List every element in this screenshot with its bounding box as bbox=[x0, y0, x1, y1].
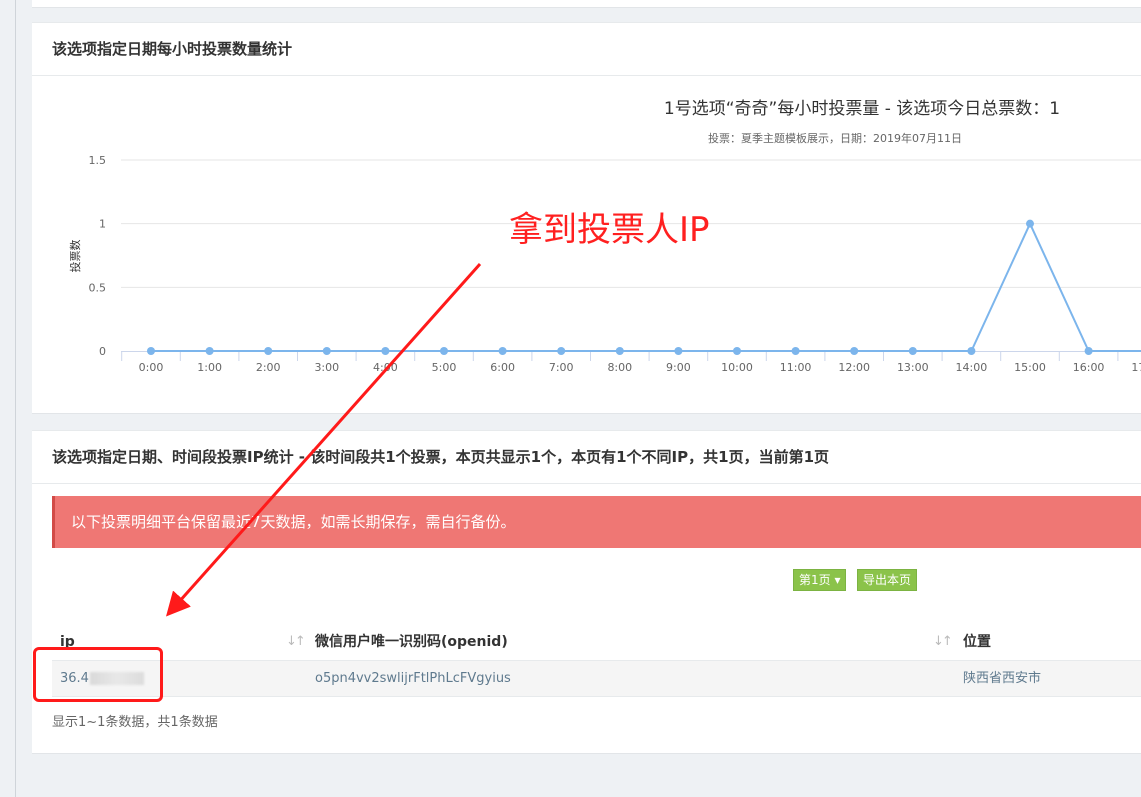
y-tick-label: 1.5 bbox=[89, 154, 107, 167]
table-header: ip ↓↑ 微信用户唯一识别码(openid) ↓↑ 位置 bbox=[52, 624, 1141, 661]
data-point bbox=[908, 347, 917, 355]
data-point bbox=[733, 347, 741, 355]
location-cell: 陕西省西安市 bbox=[963, 671, 1042, 686]
x-tick-label: 0:00 bbox=[139, 361, 164, 374]
x-tick-label: 2:00 bbox=[256, 361, 281, 374]
table-panel-title: 该选项指定日期、时间段投票IP统计 - 该时间段共1个投票，本页共显示1个，本页… bbox=[32, 431, 1141, 484]
x-tick-label: 15:00 bbox=[1014, 361, 1046, 374]
x-tick-label: 14:00 bbox=[956, 361, 988, 374]
x-tick-label: 9:00 bbox=[666, 361, 691, 374]
x-tick-label: 17:00 bbox=[1131, 361, 1141, 374]
table-summary: 显示1~1条数据，共1条数据 bbox=[52, 715, 218, 730]
ip-stats-panel: 该选项指定日期、时间段投票IP统计 - 该时间段共1个投票，本页共显示1个，本页… bbox=[32, 430, 1141, 754]
retention-alert: 以下投票明细平台保留最近7天数据，如需长期保存，需自行备份。 bbox=[52, 496, 1141, 548]
table-row: 36.4 o5pn4vv2swlijrFtlPhLcFVgyius 陕西省西安市 bbox=[52, 661, 1141, 697]
column-header-openid[interactable]: 微信用户唯一识别码(openid) bbox=[315, 624, 508, 660]
openid-cell: o5pn4vv2swlijrFtlPhLcFVgyius bbox=[315, 671, 511, 686]
x-tick-label: 11:00 bbox=[780, 361, 812, 374]
data-point bbox=[498, 347, 507, 355]
data-point bbox=[850, 347, 859, 355]
x-tick-label: 1:00 bbox=[197, 361, 222, 374]
x-tick-label: 12:00 bbox=[838, 361, 870, 374]
chart-title: 1号选项“奇奇”每小时投票量 - 该选项今日总票数：1 bbox=[664, 99, 1060, 119]
export-page-button[interactable]: 导出本页 bbox=[857, 569, 918, 591]
data-point bbox=[264, 347, 273, 355]
annotation-highlight-box bbox=[33, 647, 163, 702]
data-point bbox=[1026, 219, 1034, 228]
data-point bbox=[1084, 347, 1093, 355]
data-point bbox=[967, 347, 976, 355]
y-tick-label: 1 bbox=[99, 218, 106, 231]
data-point bbox=[615, 347, 624, 355]
y-tick-label: 0 bbox=[99, 345, 106, 358]
left-divider bbox=[15, 0, 16, 797]
data-point bbox=[557, 347, 566, 355]
chart-panel-title: 该选项指定日期每小时投票数量统计 bbox=[32, 23, 1141, 76]
data-point bbox=[205, 347, 214, 355]
x-tick-label: 13:00 bbox=[897, 361, 929, 374]
y-axis-label: 投票数 bbox=[68, 240, 82, 273]
x-tick-label: 8:00 bbox=[607, 361, 632, 374]
x-tick-label: 3:00 bbox=[314, 361, 339, 374]
data-point bbox=[381, 347, 390, 355]
data-point bbox=[322, 347, 331, 355]
x-tick-label: 4:00 bbox=[373, 361, 398, 374]
sort-icon[interactable]: ↓↑ bbox=[286, 624, 306, 660]
chart-subtitle: 投票：夏季主题模板展示，日期：2019年07月11日 bbox=[708, 131, 962, 145]
annotation-label: 拿到投票人IP bbox=[509, 210, 710, 250]
x-tick-label: 7:00 bbox=[549, 361, 574, 374]
data-point bbox=[440, 347, 448, 355]
x-tick-label: 6:00 bbox=[490, 361, 515, 374]
page-select-button[interactable]: 第1页 ▾ bbox=[793, 569, 847, 591]
x-tick-label: 10:00 bbox=[721, 361, 753, 374]
data-point bbox=[791, 347, 800, 355]
x-tick-label: 16:00 bbox=[1073, 361, 1105, 374]
data-point bbox=[674, 347, 683, 355]
x-tick-label: 5:00 bbox=[432, 361, 457, 374]
data-point bbox=[147, 347, 155, 355]
y-tick-label: 0.5 bbox=[89, 281, 107, 294]
sort-icon[interactable]: ↓↑ bbox=[933, 624, 953, 660]
column-header-location[interactable]: 位置 bbox=[963, 624, 991, 660]
top-panel-edge bbox=[32, 0, 1141, 8]
